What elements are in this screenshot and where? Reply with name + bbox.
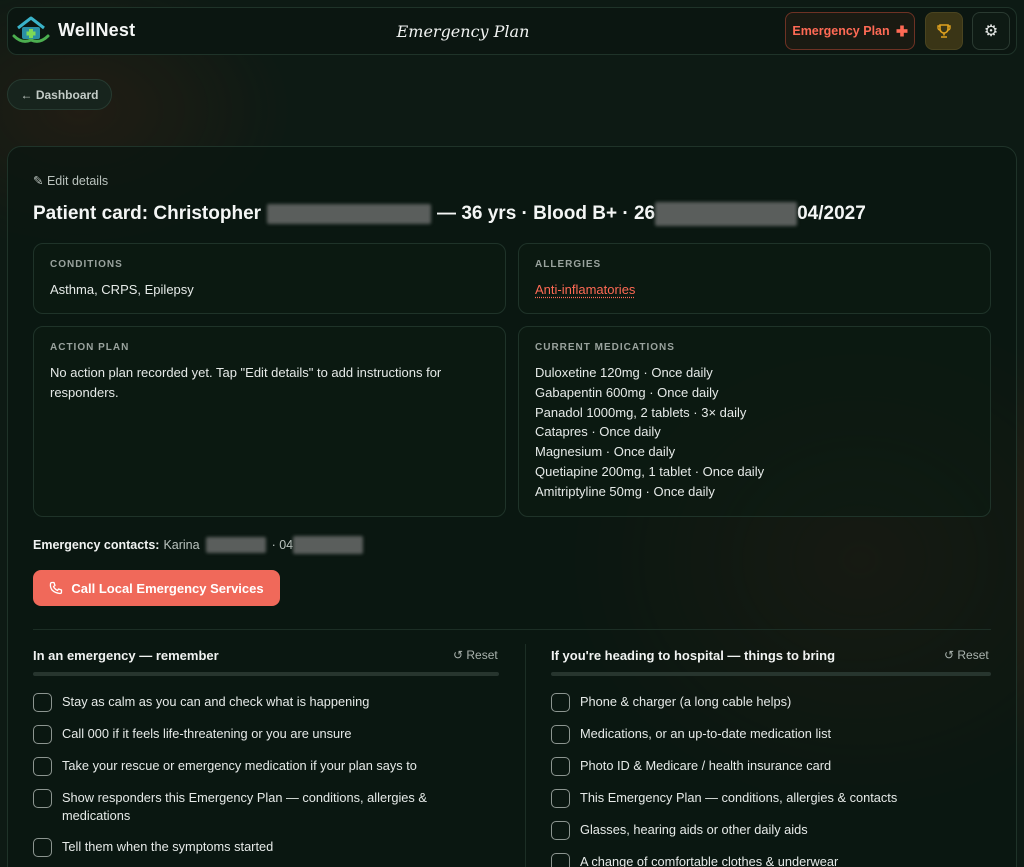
emergency-contacts: Emergency contacts: Karina · 04 <box>33 536 364 554</box>
checkbox[interactable] <box>551 725 570 744</box>
conditions-value: Asthma, CRPS, Epilepsy <box>50 282 194 297</box>
action-plan-box: ACTION PLAN No action plan recorded yet.… <box>33 326 506 517</box>
redacted-contact-phone <box>293 536 364 554</box>
section-divider <box>33 629 991 630</box>
checklist-item[interactable]: Show responders this Emergency Plan — co… <box>33 789 463 825</box>
checklist-item-label: Show responders this Emergency Plan — co… <box>62 790 427 823</box>
top-bar: WellNest Emergency Plan Emergency Plan ⚙ <box>7 7 1017 55</box>
action-plan-label: ACTION PLAN <box>50 342 130 353</box>
checklist-item[interactable]: Tell them when the symptoms started <box>33 838 483 857</box>
checkbox[interactable] <box>551 821 570 840</box>
settings-button[interactable]: ⚙ <box>972 12 1010 50</box>
checkbox[interactable] <box>33 838 52 857</box>
patient-title-middle: — 36 yrs · Blood B+ · 26 <box>437 203 656 224</box>
emergency-progress-bar <box>33 672 499 676</box>
checkbox[interactable] <box>551 853 570 867</box>
medical-cross-icon <box>896 25 908 37</box>
checklist-item[interactable]: A change of comfortable clothes & underw… <box>551 853 991 867</box>
emergency-contacts-label: Emergency contacts: <box>33 538 160 552</box>
hospital-reset-button[interactable]: ↺ Reset <box>944 648 989 662</box>
phone-icon <box>50 581 63 595</box>
emergency-plan-label: Emergency Plan <box>792 24 890 38</box>
checklist-item[interactable]: Photo ID & Medicare / health insurance c… <box>551 757 991 776</box>
conditions-box: CONDITIONS Asthma, CRPS, Epilepsy <box>33 243 506 314</box>
patient-card-title: Patient card: Christopher — 36 yrs · Blo… <box>33 202 866 226</box>
emergency-reset-button[interactable]: ↺ Reset <box>453 648 498 662</box>
checklist-item-label: This Emergency Plan — conditions, allerg… <box>580 790 898 805</box>
checkbox[interactable] <box>33 789 52 808</box>
checklist-item[interactable]: Medications, or an up-to-date medication… <box>551 725 991 744</box>
medications-label: CURRENT MEDICATIONS <box>535 342 675 353</box>
action-plan-value: No action plan recorded yet. Tap "Edit d… <box>50 365 442 400</box>
checklist-item-label: Take your rescue or emergency medication… <box>62 758 417 773</box>
checklist-item-label: Glasses, hearing aids or other daily aid… <box>580 822 808 837</box>
checklist-item-label: Photo ID & Medicare / health insurance c… <box>580 758 832 773</box>
medication-item: Quetiapine 200mg, 1 tablet · Once daily <box>535 463 765 479</box>
medication-item: Gabapentin 600mg · Once daily <box>535 384 719 400</box>
medication-item: Catapres · Once daily <box>535 424 661 440</box>
checkbox[interactable] <box>551 789 570 808</box>
checklist-item[interactable]: Take your rescue or emergency medication… <box>33 757 483 776</box>
checkbox[interactable] <box>551 757 570 776</box>
checklist-item[interactable]: Stay as calm as you can and check what i… <box>33 693 483 712</box>
emergency-plan-button[interactable]: Emergency Plan <box>785 12 915 50</box>
medication-item: Duloxetine 120mg · Once daily <box>535 365 713 380</box>
checklist-item[interactable]: Phone & charger (a long cable helps) <box>551 693 991 712</box>
call-button-label: Call Local Emergency Services <box>71 580 264 596</box>
checklist-item-label: A change of comfortable clothes & underw… <box>580 854 839 867</box>
redacted-contact-surname <box>205 537 266 553</box>
contact-name: Karina <box>163 538 200 552</box>
checklist-item-label: Tell them when the symptoms started <box>62 839 274 854</box>
checklist-item[interactable]: Call 000 if it feels life-threatening or… <box>33 725 483 744</box>
patient-title-prefix: Patient card: Christopher <box>33 203 262 224</box>
medication-item: Magnesium · Once daily <box>535 444 676 460</box>
checkbox[interactable] <box>33 693 52 712</box>
checklist-item-label: Stay as calm as you can and check what i… <box>62 694 370 709</box>
conditions-label: CONDITIONS <box>50 259 123 270</box>
allergy-value[interactable]: Anti-inflamatories <box>535 282 635 297</box>
back-to-dashboard-button[interactable]: ← Dashboard <box>7 79 112 110</box>
checkbox[interactable] <box>33 757 52 776</box>
checklist-item[interactable]: This Emergency Plan — conditions, allerg… <box>551 789 991 808</box>
trophy-icon <box>937 24 951 38</box>
brand[interactable]: WellNest <box>12 14 135 46</box>
hospital-progress-bar <box>551 672 991 676</box>
hospital-checklist-title: If you're heading to hospital — things t… <box>551 648 836 663</box>
column-divider <box>525 644 526 867</box>
redacted-card-number <box>655 202 798 226</box>
patient-title-suffix: 04/2027 <box>797 203 866 224</box>
trophy-button[interactable] <box>925 12 963 50</box>
medication-item: Panadol 1000mg, 2 tablets · 3× daily <box>535 404 747 420</box>
checklist-item-label: Call 000 if it feels life-threatening or… <box>62 726 352 741</box>
checklist-item[interactable]: Glasses, hearing aids or other daily aid… <box>551 821 991 840</box>
gear-icon: ⚙ <box>983 23 999 40</box>
edit-details-link[interactable]: ✎ Edit details <box>33 173 108 188</box>
medication-item: Amitriptyline 50mg · Once daily <box>535 483 715 499</box>
checkbox[interactable] <box>33 725 52 744</box>
brand-name: WellNest <box>58 19 136 40</box>
wellnest-logo-icon <box>12 16 50 43</box>
medications-box: CURRENT MEDICATIONS Duloxetine 120mg · O… <box>518 326 991 517</box>
contact-phone-prefix: · 04 <box>271 538 294 552</box>
allergies-box: ALLERGIES Anti-inflamatories <box>518 243 991 314</box>
allergies-label: ALLERGIES <box>535 259 602 270</box>
checklist-item-label: Phone & charger (a long cable helps) <box>580 694 792 709</box>
call-emergency-services-button[interactable]: Call Local Emergency Services <box>33 570 280 606</box>
redacted-surname <box>267 204 432 224</box>
emergency-checklist-title: In an emergency — remember <box>33 648 219 663</box>
checklist-item-label: Medications, or an up-to-date medication… <box>580 726 832 741</box>
page-title: Emergency Plan <box>396 22 530 41</box>
checkbox[interactable] <box>551 693 570 712</box>
